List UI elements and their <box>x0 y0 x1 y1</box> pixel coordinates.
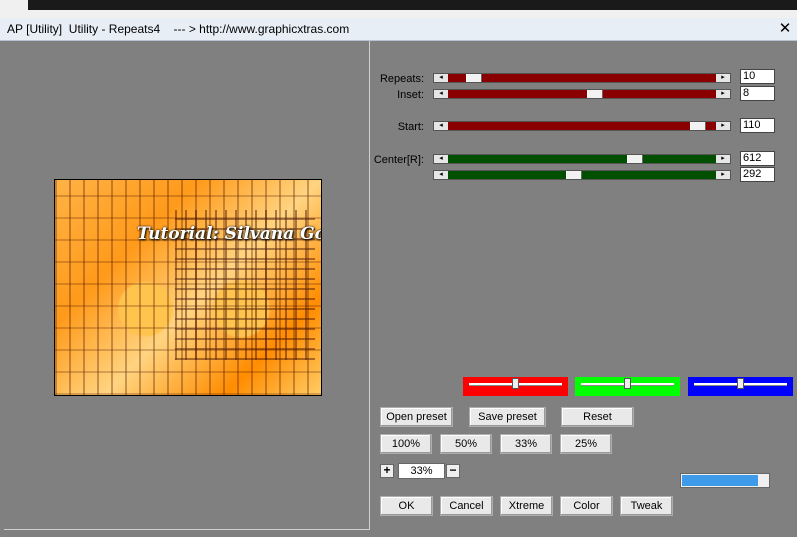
repeats-thumb[interactable] <box>465 74 482 82</box>
arrow-right-icon[interactable]: ▸ <box>716 122 730 130</box>
start-field[interactable]: 110 <box>740 118 775 133</box>
center-y-slider[interactable]: ◂ ▸ <box>433 170 731 180</box>
center-label: Center[R]: <box>373 154 424 166</box>
arrow-left-icon[interactable]: ◂ <box>434 155 448 163</box>
blue-color-slider[interactable] <box>688 377 793 396</box>
arrow-left-icon[interactable]: ◂ <box>434 171 448 179</box>
start-slider[interactable]: ◂ ▸ <box>433 121 731 131</box>
arrow-left-icon[interactable]: ◂ <box>434 90 448 98</box>
inset-thumb[interactable] <box>586 90 603 98</box>
cancel-button[interactable]: Cancel <box>440 496 493 516</box>
slider-knob[interactable] <box>737 378 744 389</box>
arrow-left-icon[interactable]: ◂ <box>434 122 448 130</box>
center-x-slider[interactable]: ◂ ▸ <box>433 154 731 164</box>
zoom-minus-button[interactable]: − <box>446 464 460 478</box>
tweak-button[interactable]: Tweak <box>620 496 673 516</box>
arrow-right-icon[interactable]: ▸ <box>716 90 730 98</box>
save-preset-button[interactable]: Save preset <box>469 407 546 427</box>
arrow-left-icon[interactable]: ◂ <box>434 74 448 82</box>
start-thumb[interactable] <box>689 122 706 130</box>
window-title: AP [Utility] Utility - Repeats4 --- > ht… <box>7 22 350 36</box>
arrow-right-icon[interactable]: ▸ <box>716 74 730 82</box>
preview-caption: Tutorial: Silvana Gomes <box>137 224 321 244</box>
zoom-33-button[interactable]: 33% <box>500 434 552 454</box>
color-button[interactable]: Color <box>560 496 613 516</box>
progress-bar <box>680 473 770 488</box>
xtreme-button[interactable]: Xtreme <box>500 496 553 516</box>
preview-image[interactable]: Tutorial: Silvana Gomes <box>54 179 322 396</box>
zoom-value-field[interactable]: 33% <box>398 463 445 479</box>
ok-button[interactable]: OK <box>380 496 433 516</box>
center-y-thumb[interactable] <box>566 171 583 179</box>
slider-knob[interactable] <box>512 378 519 389</box>
center-x-thumb[interactable] <box>626 155 643 163</box>
repeats-label: Repeats: <box>379 73 424 85</box>
title-bar: AP [Utility] Utility - Repeats4 --- > ht… <box>0 18 797 41</box>
zoom-50-button[interactable]: 50% <box>440 434 492 454</box>
zoom-100-button[interactable]: 100% <box>380 434 432 454</box>
red-color-slider[interactable] <box>463 377 568 396</box>
green-color-slider[interactable] <box>575 377 680 396</box>
start-label: Start: <box>397 121 424 133</box>
arrow-right-icon[interactable]: ▸ <box>716 171 730 179</box>
reset-button[interactable]: Reset <box>561 407 634 427</box>
inset-slider[interactable]: ◂ ▸ <box>433 89 731 99</box>
inset-label: Inset: <box>397 89 424 101</box>
inset-field[interactable]: 8 <box>740 86 775 101</box>
close-icon[interactable]: ✕ <box>777 20 793 38</box>
center-y-field[interactable]: 292 <box>740 167 775 182</box>
open-preset-button[interactable]: Open preset <box>380 407 453 427</box>
arrow-right-icon[interactable]: ▸ <box>716 155 730 163</box>
top-strip <box>0 0 797 18</box>
zoom-25-button[interactable]: 25% <box>560 434 612 454</box>
slider-knob[interactable] <box>624 378 631 389</box>
progress-fill <box>682 475 758 486</box>
zoom-plus-button[interactable]: + <box>380 464 394 478</box>
top-dark-bar <box>28 0 797 10</box>
center-x-field[interactable]: 612 <box>740 151 775 166</box>
repeats-field[interactable]: 10 <box>740 69 775 84</box>
repeats-slider[interactable]: ◂ ▸ <box>433 73 731 83</box>
